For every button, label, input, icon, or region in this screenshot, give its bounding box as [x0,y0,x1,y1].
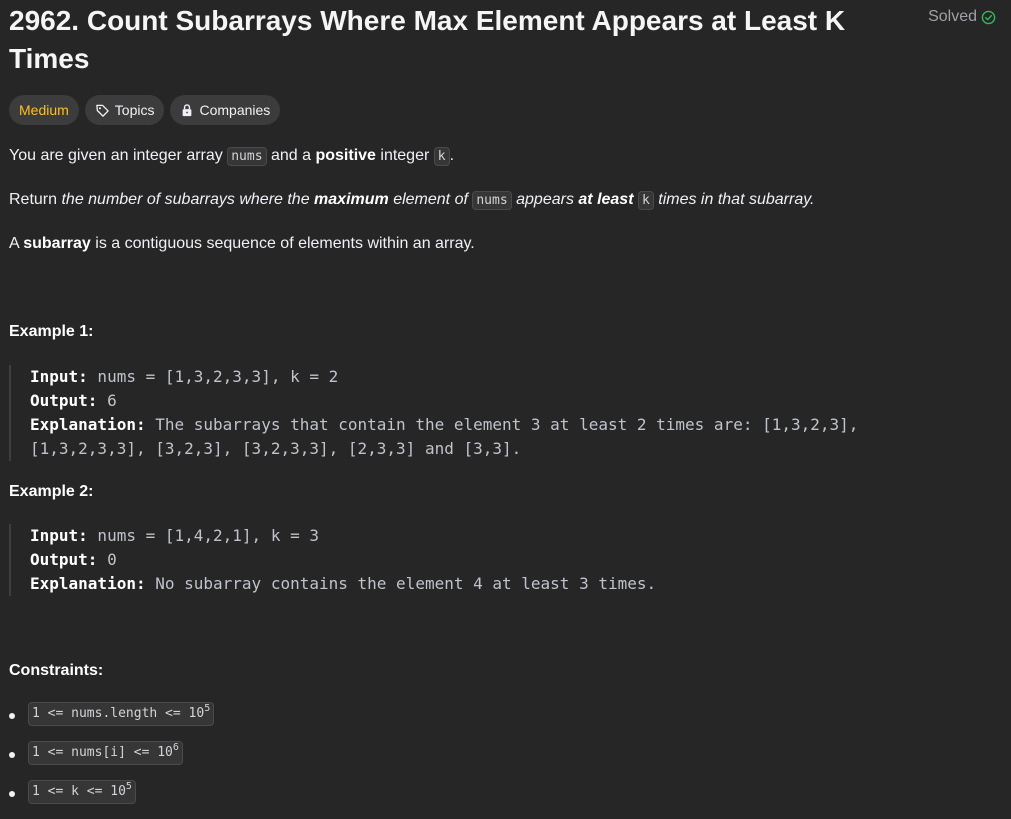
example-input-line: Input: nums = [1,3,2,3,3], k = 2 [30,365,999,389]
constraint-text: 1 <= nums[i] <= 10 [32,745,173,760]
bullet-icon [9,713,15,719]
example-2-title: Example 2: [9,483,94,500]
problem-title[interactable]: 2962. Count Subarrays Where Max Element … [9,2,889,78]
tag-row: Medium Topics Companies [9,95,281,125]
text-segment: Return [9,191,62,208]
constraint-item: 1 <= k <= 105 [9,780,214,819]
companies-label: Companies [199,102,271,118]
text-segment: and a [266,147,316,164]
text-segment: is a contiguous sequence of elements wit… [90,235,475,252]
constraint-exponent: 5 [125,781,132,792]
difficulty-label: Medium [19,102,69,118]
tag-icon [95,103,110,118]
constraint-exponent: 6 [172,742,179,753]
bold-text: maximum [314,191,389,208]
lock-icon [180,103,194,117]
inline-code: nums [472,191,512,210]
example-input-line: Input: nums = [1,4,2,1], k = 3 [30,524,999,548]
difficulty-badge[interactable]: Medium [9,95,79,125]
example-1-block: Input: nums = [1,3,2,3,3], k = 2 Output:… [9,365,999,461]
text-segment: A [9,235,24,252]
output-value: 0 [97,550,117,569]
constraint-text: 1 <= k <= 10 [32,784,126,799]
companies-button[interactable]: Companies [170,95,281,125]
italic-text: appears [511,191,579,208]
constraint-text: 1 <= nums.length <= 10 [32,706,205,721]
topics-label: Topics [114,102,155,118]
bullet-icon [9,791,15,797]
explanation-label: Explanation: [30,415,146,434]
constraint-item: 1 <= nums.length <= 105 [9,702,215,741]
output-label: Output: [30,550,98,569]
title-row: 2962. Count Subarrays Where Max Element … [9,0,1001,80]
text-segment: You are given an integer array [9,147,228,164]
example-explanation-line: Explanation: The subarrays that contain … [30,413,999,437]
example-explanation-continuation: [1,3,2,3,3], [3,2,3], [3,2,3,3], [2,3,3]… [30,439,522,458]
italic-text: element of [388,191,473,208]
description-paragraph-1: You are given an integer array nums and … [9,145,454,168]
constraints-title: Constraints: [9,662,104,679]
constraint-code: 1 <= nums[i] <= 106 [28,741,183,765]
bold-text: at least [578,191,634,208]
explanation-label: Explanation: [30,574,146,593]
bold-text: positive [315,147,376,164]
description-paragraph-2: Return the number of subarrays where the… [9,189,814,212]
solved-status: Solved [928,8,996,26]
example-output-line: Output: 0 [30,548,999,572]
input-label: Input: [30,526,88,545]
italic-text: times in that subarray. [653,191,815,208]
explanation-text: The subarrays that contain the element 3… [145,415,859,434]
output-label: Output: [30,391,98,410]
constraints-list: 1 <= nums.length <= 105 1 <= nums[i] <= … [9,702,215,819]
input-value: nums = [1,3,2,3,3], k = 2 [87,367,339,386]
text-segment: integer [375,147,434,164]
inline-code: k [637,191,654,210]
input-label: Input: [30,367,88,386]
description-paragraph-3: A subarray is a contiguous sequence of e… [9,233,475,255]
constraint-exponent: 5 [204,703,211,714]
italic-text: the number of subarrays where the [61,191,315,208]
topics-button[interactable]: Topics [84,95,165,125]
constraint-item: 1 <= nums[i] <= 106 [9,741,214,780]
bullet-icon [9,752,15,758]
explanation-text: No subarray contains the element 4 at le… [145,574,657,593]
solved-label: Solved [928,8,977,25]
constraint-code: 1 <= nums.length <= 105 [28,702,215,726]
example-output-line: Output: 6 [30,389,999,413]
input-value: nums = [1,4,2,1], k = 3 [87,526,319,545]
bold-text: subarray [23,235,91,252]
example-1-title: Example 1: [9,323,94,340]
inline-code: nums [227,147,267,166]
output-value: 6 [97,391,117,410]
example-2-block: Input: nums = [1,4,2,1], k = 3 Output: 0… [9,524,999,596]
text-segment: . [449,147,455,164]
example-explanation-line: Explanation: No subarray contains the el… [30,572,999,596]
problem-description-panel: 2962. Count Subarrays Where Max Element … [9,0,1001,804]
check-circle-icon [981,10,996,25]
constraint-code: 1 <= k <= 105 [28,780,136,804]
inline-code: k [433,147,450,166]
